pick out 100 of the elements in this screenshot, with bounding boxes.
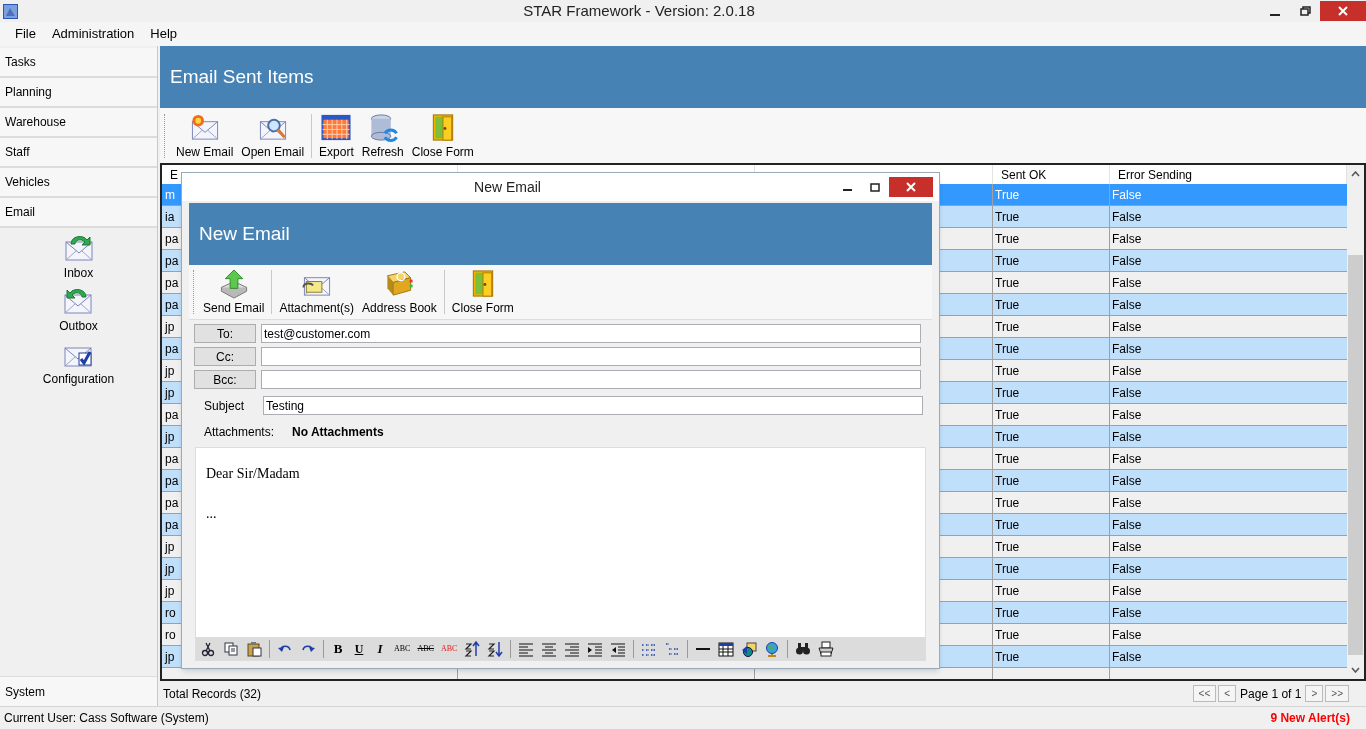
table-cell-text: pa (165, 516, 179, 534)
printer-icon[interactable] (818, 640, 835, 657)
underline-button[interactable]: U (352, 639, 366, 658)
toolbar-button[interactable]: Close Form (447, 267, 518, 317)
menu-item[interactable]: File (8, 24, 43, 44)
numbered-list-icon[interactable] (664, 640, 681, 657)
column-header: Sent OK (1001, 166, 1047, 184)
spellcheck-button[interactable]: ABC (394, 642, 411, 655)
current-user: Current User: Cass Software (System) (4, 710, 210, 727)
pager-button[interactable]: > (1305, 685, 1324, 702)
table-cell-text: True (995, 318, 1020, 336)
table-cell-text: jp (165, 582, 175, 600)
table-cell-text: jp (165, 648, 175, 666)
toolbar-button[interactable]: Export (315, 110, 358, 161)
input-field[interactable] (261, 347, 921, 366)
sidebar-item[interactable]: System (0, 676, 157, 706)
outdent-icon[interactable] (610, 640, 627, 657)
scissors-icon[interactable] (200, 640, 216, 657)
globe-icon[interactable] (764, 640, 781, 657)
shapes-icon[interactable] (741, 640, 758, 657)
alerts-link[interactable]: 9 New Alert(s) (1270, 709, 1362, 727)
sidebar-link[interactable]: Inbox (62, 232, 95, 282)
align-center-icon[interactable] (541, 640, 558, 657)
table-cell-text: pa (165, 296, 179, 314)
sort-descending-icon[interactable] (487, 640, 504, 657)
table-cell-text: True (995, 494, 1020, 512)
sidebar-item[interactable]: Warehouse (0, 108, 157, 138)
table-cell-text: pa (165, 450, 179, 468)
scroll-down-icon[interactable] (1351, 667, 1360, 673)
strikethrough-button[interactable]: ABC (417, 642, 434, 655)
table-cell-text: False (1112, 560, 1142, 578)
pager-button[interactable]: < (1218, 685, 1237, 702)
sidebar-link[interactable]: Configuration (42, 338, 115, 388)
recipient-button[interactable]: Cc: (194, 347, 256, 366)
align-left-icon[interactable] (518, 640, 535, 657)
text-color-button[interactable]: ABC (440, 642, 458, 655)
sidebar-item[interactable]: Planning (0, 78, 157, 108)
table-cell-text: False (1112, 626, 1142, 644)
table-cell-text: True (995, 450, 1020, 468)
pager-button[interactable]: << (1192, 685, 1217, 702)
close-button[interactable] (1320, 1, 1366, 21)
table-cell-text: True (995, 230, 1020, 248)
menu-item[interactable]: Help (143, 24, 185, 44)
toolbar-button[interactable]: Refresh (357, 110, 408, 161)
bold-button[interactable]: B (331, 638, 345, 659)
table-cell-text: True (995, 648, 1020, 666)
table-cell-text: jp (165, 538, 175, 556)
table-cell-text: False (1112, 384, 1142, 402)
recipient-button[interactable]: Bcc: (194, 370, 256, 389)
table-cell-text: ia (165, 208, 175, 226)
body-text[interactable]: Dear Sir/Madam (206, 464, 915, 484)
pager-button[interactable]: >> (1325, 685, 1349, 702)
column-header: E (170, 166, 178, 184)
sidebar-item[interactable]: Staff (0, 138, 157, 168)
table-cell-text: True (995, 296, 1020, 314)
recipient-button[interactable]: To: (194, 324, 256, 343)
sort-ascending-icon[interactable] (464, 640, 481, 657)
sidebar-item[interactable]: Vehicles (0, 168, 157, 198)
close-button[interactable] (889, 177, 933, 197)
input-field[interactable]: test@customer.com (261, 324, 921, 343)
sidebar-item[interactable]: Tasks (0, 48, 157, 78)
input-field[interactable]: Testing (263, 396, 923, 415)
scroll-up-icon[interactable] (1351, 171, 1360, 177)
copy-icon[interactable] (223, 640, 239, 657)
italic-button[interactable]: I (373, 638, 387, 659)
table-cell-text: False (1112, 340, 1142, 358)
table-cell-text: ro (165, 604, 176, 622)
menu-item[interactable]: Administration (44, 24, 142, 44)
align-right-icon[interactable] (564, 640, 581, 657)
paste-icon[interactable] (246, 640, 262, 657)
minimize-icon (1270, 14, 1280, 16)
toolbar-button[interactable]: Attachment(s) (275, 267, 359, 317)
body-text[interactable]: ... (206, 504, 915, 524)
table-cell-text: False (1112, 450, 1142, 468)
table-cell-text: False (1112, 252, 1142, 270)
table-cell-text: False (1112, 648, 1142, 666)
toolbar-button[interactable]: New Email (172, 110, 238, 161)
table-cell-text: True (995, 626, 1020, 644)
table-cell-text: jp (165, 428, 175, 446)
indent-icon[interactable] (587, 640, 604, 657)
toolbar-button[interactable]: Address Book (358, 267, 441, 317)
binoculars-icon[interactable] (795, 640, 812, 657)
minimize-icon (842, 189, 852, 191)
table-cell-text: False (1112, 296, 1142, 314)
table-cell-text: True (995, 538, 1020, 556)
page-indicator: Page 1 of 1 (1239, 685, 1303, 703)
input-field[interactable] (261, 370, 921, 389)
toolbar-button[interactable]: Open Email (237, 110, 309, 161)
table-cell-text: False (1112, 208, 1142, 226)
toolbar-button[interactable]: Send Email (199, 267, 269, 317)
table-cell-text: ro (165, 626, 176, 644)
sidebar-link[interactable]: Outbox (59, 285, 98, 335)
table-cell-text: pa (165, 230, 179, 248)
field-label: Attachments: (204, 424, 275, 441)
table-cell-text: jp (165, 318, 175, 336)
dialog-title: New Email (474, 178, 541, 195)
table-icon[interactable] (718, 640, 735, 657)
toolbar-button[interactable]: Close Form (407, 110, 478, 161)
table-cell-text: pa (165, 472, 179, 490)
sidebar-item[interactable]: Email (0, 198, 157, 228)
